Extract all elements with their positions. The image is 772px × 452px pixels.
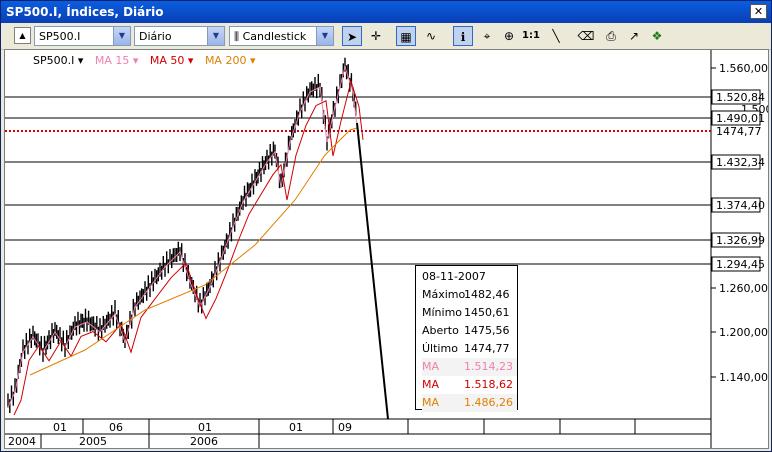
month-label-09-2007: 09: [338, 421, 352, 434]
period-value: Diário: [139, 30, 172, 43]
tooltip-row: Aberto 1475,56: [422, 324, 510, 337]
level-label-1294: 1.294,45: [716, 258, 765, 271]
window-title: SP500.I, Índices, Diário: [6, 5, 164, 19]
symbol-value: SP500.I: [39, 30, 81, 43]
print-icon[interactable]: ⎙: [601, 26, 621, 46]
level-label-1432: 1.432,34: [716, 156, 765, 169]
tooltip-row: Último 1474,77: [422, 342, 510, 355]
level-label-1520: 1.520,84: [716, 91, 765, 104]
chevron-down-icon[interactable]: ▼: [113, 27, 130, 45]
chart-type-value: Candlestick: [242, 30, 307, 43]
month-label-01-2007: 01: [289, 421, 303, 434]
title-bar: SP500.I, Índices, Diário ✕: [1, 1, 771, 23]
chevron-down-icon[interactable]: ▼: [207, 27, 224, 45]
data-tooltip: 08-11-2007 Máximo 1482,46 Mínimo 1450,61 A…: [415, 265, 518, 412]
line-tool-icon[interactable]: ╲: [546, 26, 566, 46]
toolbar: ▲ SP500.I ▼ Diário ▼ ⫼ Candlestick ▼ ➤ ✛…: [1, 23, 771, 50]
price-tick-1140: 1.140,00: [719, 371, 768, 384]
tooltip-date-row: 08-11-2007: [422, 268, 517, 286]
level-label-1374: 1.374,40: [716, 199, 765, 212]
symbol-select[interactable]: SP500.I ▼: [34, 26, 131, 46]
candlestick-icon: ⫼: [234, 30, 243, 43]
year-label-2004: 2004: [8, 435, 36, 448]
month-label-01-2005: 01: [53, 421, 67, 434]
zoom-box-icon[interactable]: ⌖: [477, 26, 497, 46]
tooltip-row: Mínimo 1450,61: [422, 306, 510, 319]
chevron-down-icon[interactable]: ▼: [316, 27, 333, 45]
pointer-tool-icon[interactable]: ➤: [342, 26, 362, 46]
tooltip-row: MA 1.486,26: [422, 394, 517, 412]
price-tick-1200: 1.200,00: [719, 326, 768, 339]
price-chart[interactable]: 1.560,00 1.500,00 1.260,00 1.200,00 1.14…: [5, 50, 768, 448]
zoom-icon[interactable]: ⊕: [499, 26, 519, 46]
eraser-icon[interactable]: ⌫: [576, 26, 596, 46]
month-label-06-2005: 06: [109, 421, 123, 434]
year-label-2005: 2005: [79, 435, 107, 448]
settings-icon[interactable]: ❖: [647, 26, 667, 46]
chart-type-select[interactable]: ⫼ Candlestick ▼: [229, 26, 334, 46]
crosshair-tool-icon[interactable]: ✛: [366, 26, 386, 46]
tooltip-row: MA 1.518,62: [422, 378, 513, 391]
tooltip-row: MA 1.514,23: [422, 358, 517, 376]
trend-line[interactable]: [356, 122, 389, 420]
price-tick-1560: 1.560,00: [719, 62, 768, 75]
year-label-2006: 2006: [190, 435, 218, 448]
info-tool-icon[interactable]: ℹ: [453, 26, 473, 46]
collapse-icon[interactable]: ▲: [14, 27, 31, 44]
grid-toggle-icon[interactable]: ▦: [396, 26, 416, 46]
tooltip-date: 08-11-2007: [422, 270, 486, 283]
close-button[interactable]: ✕: [750, 4, 767, 19]
period-select[interactable]: Diário ▼: [134, 26, 225, 46]
expand-icon[interactable]: ↗: [624, 26, 644, 46]
tooltip-row: Máximo 1482,46: [422, 288, 510, 301]
current-price-label: 1474,77: [716, 125, 762, 138]
chart-window: SP500.I, Índices, Diário ✕ ▲ SP500.I ▼ D…: [0, 0, 772, 452]
chart-area[interactable]: SP500.I ▾ MA 15 ▾ MA 50 ▾ MA 200 ▾ 1.560…: [4, 49, 769, 449]
level-label-1490: 1.490,01: [716, 112, 765, 125]
month-label-01-2006: 01: [198, 421, 212, 434]
level-label-1326: 1.326,99: [716, 234, 765, 247]
scale-1to1-icon[interactable]: 1:1: [521, 26, 541, 46]
price-tick-1260: 1.260,00: [719, 282, 768, 295]
indicator-tool-icon[interactable]: ∿: [421, 26, 441, 46]
